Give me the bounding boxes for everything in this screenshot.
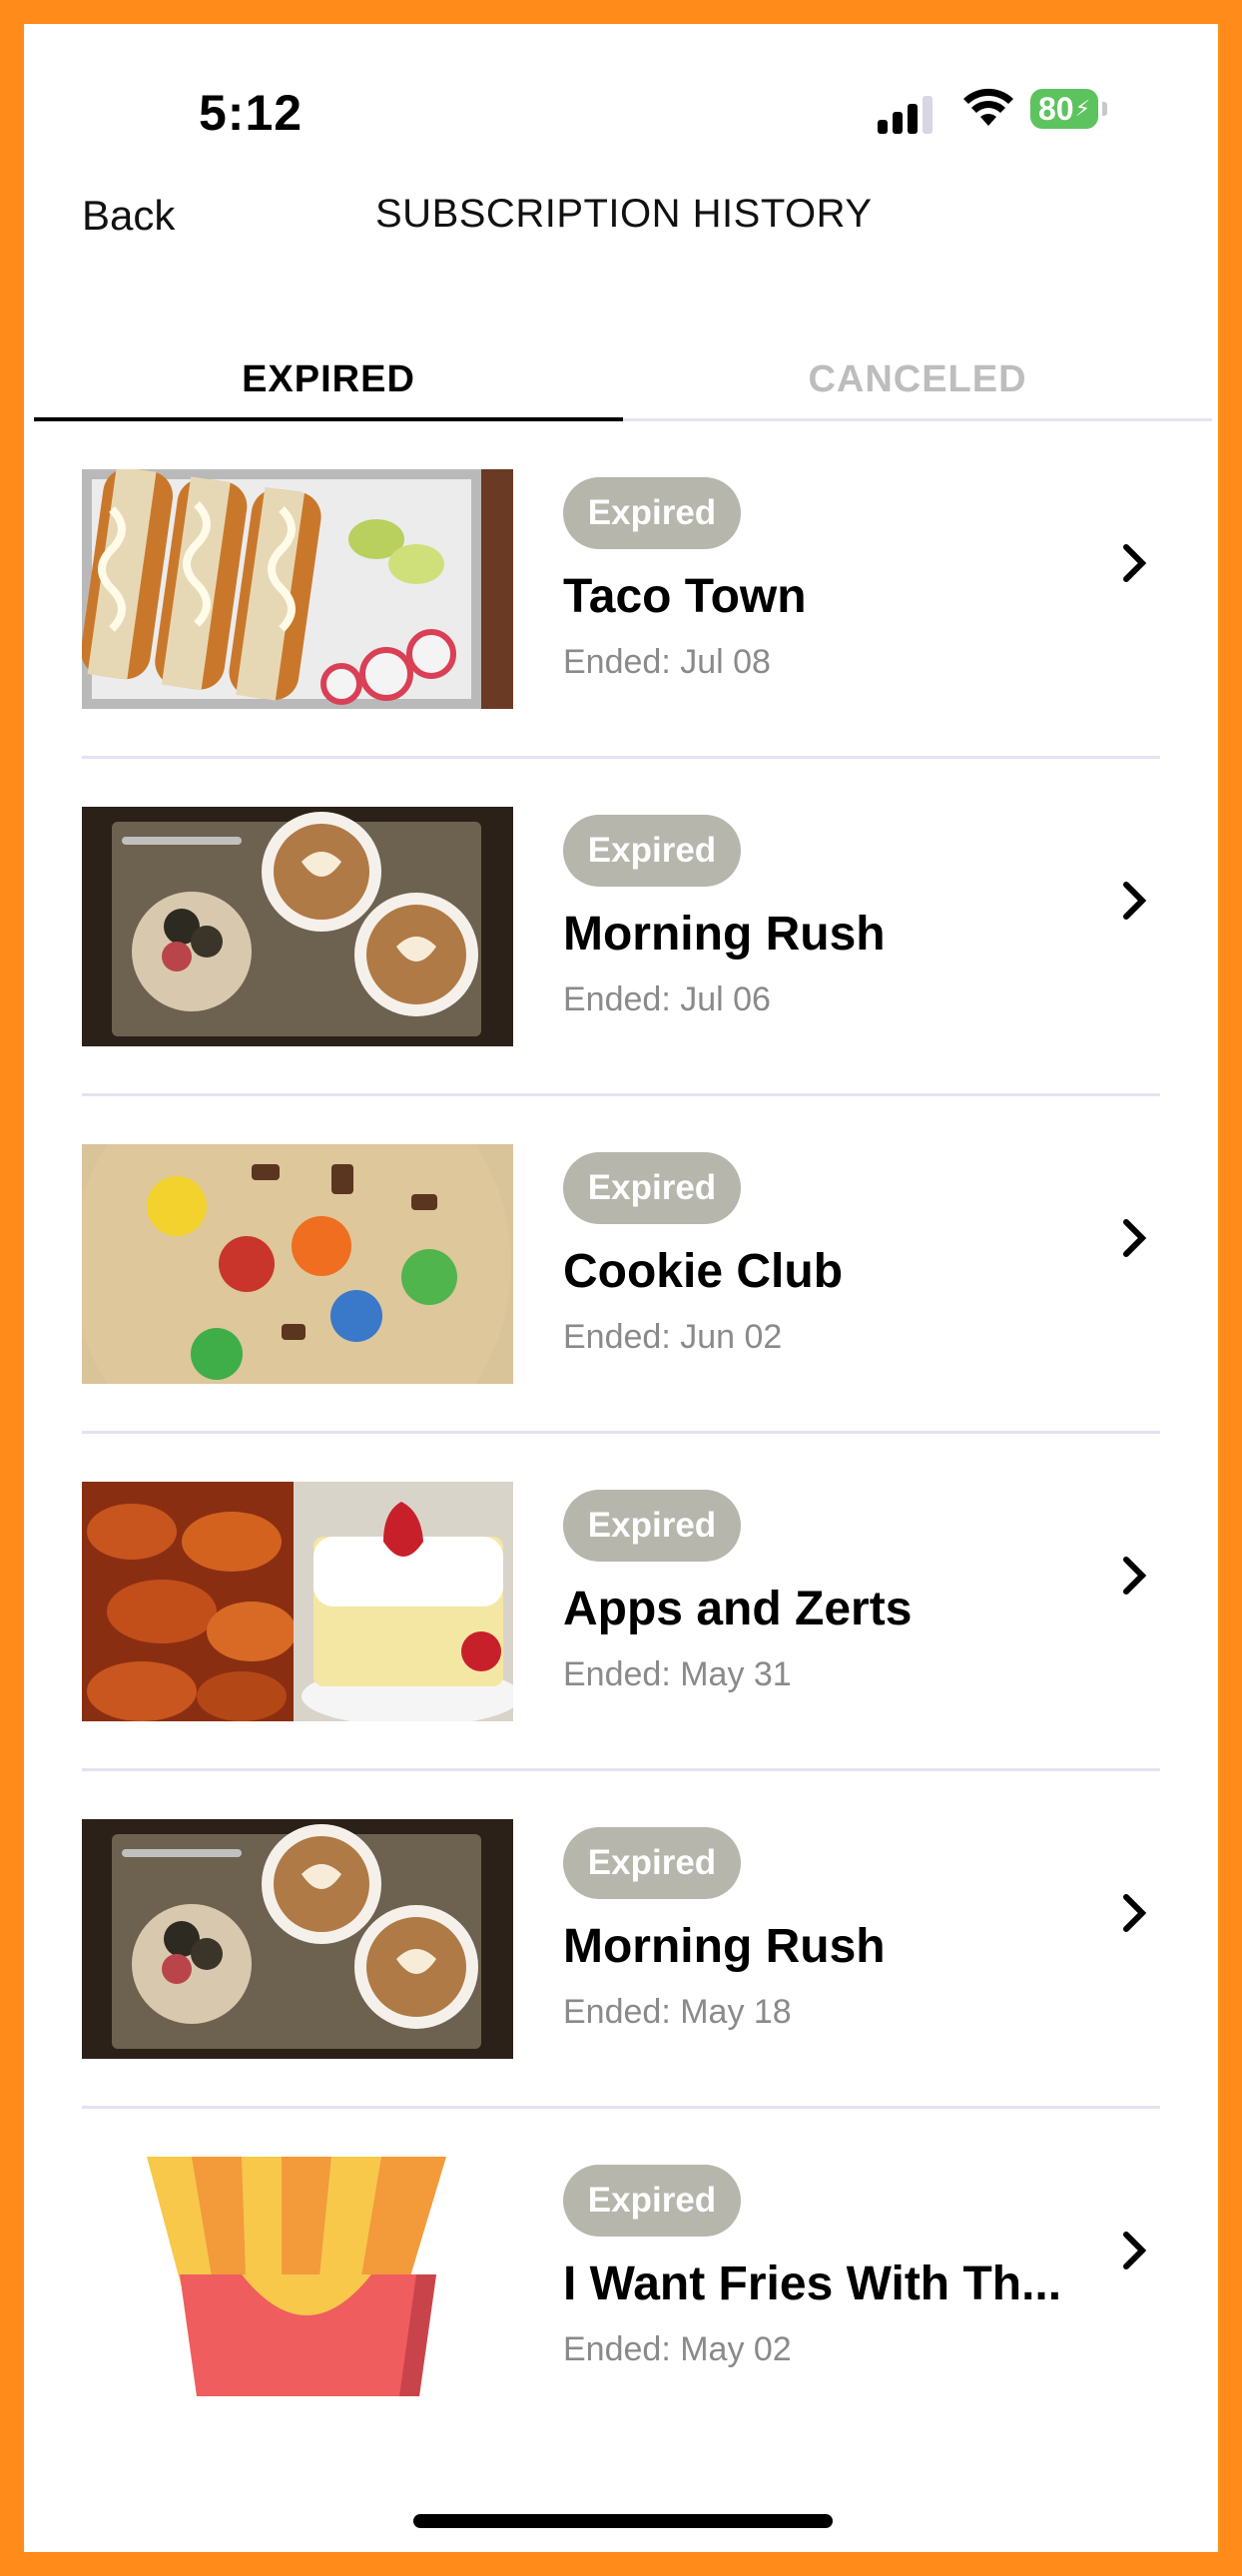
end-date: Ended: Jun 02 [563,1318,783,1356]
subscription-name: Cookie Club [563,1245,844,1298]
signal-icon [878,94,937,134]
battery-level: 80 [1037,90,1074,127]
subscription-name: Morning Rush [563,1920,886,1973]
status-badge: Expired [563,2165,741,2237]
fries-illustration [82,2157,513,2396]
status-badge: Expired [563,1827,741,1899]
coffee-photo [82,807,513,1046]
subscription-name: Morning Rush [563,908,886,961]
status-badge: Expired [563,815,741,887]
subscription-row[interactable]: Expired Taco Town Ended: Jul 08 [82,421,1160,759]
app-screen: 5:12 80 ⚡ Back SUBSCRIPTION HISTORY EXPIR… [24,24,1218,2552]
cookie-photo [82,1144,513,1384]
subscription-row[interactable]: Expired Morning Rush Ended: May 18 [82,1771,1160,2109]
subscription-row[interactable]: Expired Cookie Club Ended: Jun 02 [82,1096,1160,1434]
chevron-right-icon [1123,2232,1147,2269]
status-time: 5:12 [199,85,304,141]
page-title: SUBSCRIPTION HISTORY [375,192,873,236]
status-badge: Expired [563,477,741,549]
back-button[interactable]: Back [82,192,175,240]
chevron-right-icon [1123,1219,1147,1257]
coffee-photo [82,1819,513,2059]
home-indicator[interactable] [413,2514,833,2528]
battery-icon: 80 ⚡ [1030,89,1098,129]
status-badge: Expired [563,1152,741,1224]
wings-and-cake-photo [82,1482,513,1721]
wifi-icon [963,88,1013,126]
subscription-row[interactable]: Expired Apps and Zerts Ended: May 31 [82,1434,1160,1771]
chevron-right-icon [1123,1557,1147,1595]
subscription-name: Taco Town [563,570,807,623]
end-date: Ended: Jul 08 [563,643,771,681]
subscription-row[interactable]: Expired Morning Rush Ended: Jul 06 [82,759,1160,1096]
chevron-right-icon [1123,544,1147,582]
subscription-row[interactable]: Expired I Want Fries With Th... Ended: M… [82,2109,1160,2446]
battery-tip [1102,102,1107,116]
end-date: Ended: May 31 [563,1655,792,1693]
chevron-right-icon [1123,1894,1147,1932]
end-date: Ended: Jul 06 [563,980,771,1018]
tacos-photo [82,469,513,709]
subscription-name: I Want Fries With Th... [563,2257,1062,2310]
chevron-right-icon [1123,882,1147,920]
status-badge: Expired [563,1490,741,1562]
end-date: Ended: May 18 [563,1993,792,2031]
end-date: Ended: May 02 [563,2330,792,2368]
subscription-name: Apps and Zerts [563,1583,913,1635]
